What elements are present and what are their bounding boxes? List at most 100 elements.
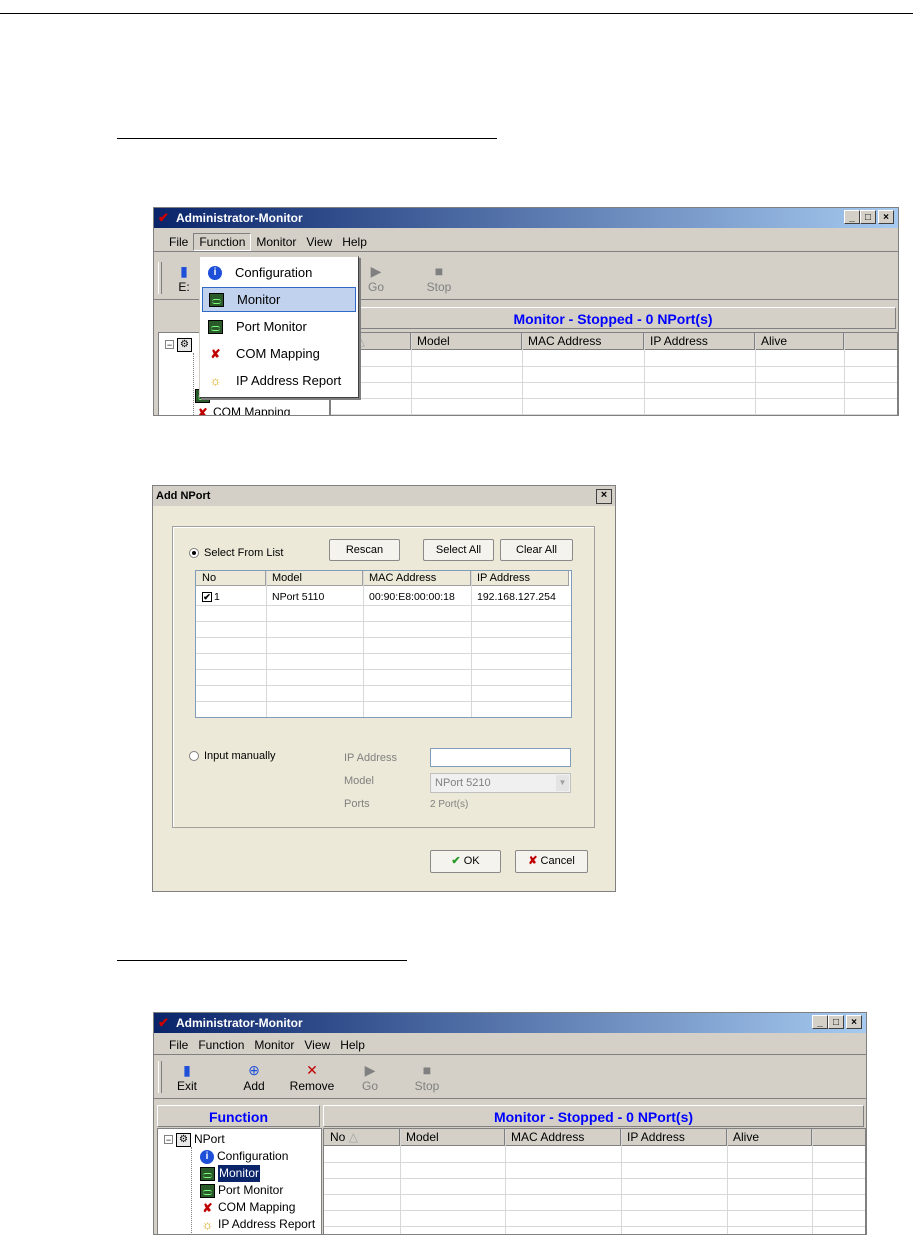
- monitor-pane-title: Monitor - Stopped - 0 NPort(s): [323, 1105, 864, 1127]
- menu-file[interactable]: File: [164, 1037, 193, 1053]
- grid-header-ip[interactable]: IP Address: [621, 1129, 727, 1146]
- tree-item-port-monitor[interactable]: Port Monitor: [200, 1182, 283, 1199]
- grid-row-line: [331, 366, 897, 367]
- maximize-button[interactable]: □: [828, 1015, 844, 1029]
- tree-item-ip-address-report[interactable]: ☼ IP Address Report: [200, 1216, 316, 1233]
- grid-col-line: [844, 333, 845, 415]
- list-row-line: [196, 685, 571, 686]
- menu-item-configuration[interactable]: i Configuration: [202, 260, 356, 285]
- select-all-button[interactable]: Select All: [423, 539, 494, 561]
- list-row-line: [196, 701, 571, 702]
- caption-buttons: _ □ ×: [812, 1015, 862, 1029]
- minimize-button[interactable]: _: [844, 210, 860, 224]
- grid-header-ip[interactable]: IP Address: [644, 333, 755, 350]
- grid-col-line: [522, 333, 523, 415]
- toolbar-remove-button[interactable]: ✕ Remove: [288, 1061, 336, 1093]
- add-icon: ⊕: [248, 1062, 260, 1078]
- close-button[interactable]: ×: [846, 1015, 862, 1029]
- toolbar: ▮ Exit ⊕ Add ✕ Remove ▶ Go ■ Stop: [154, 1057, 866, 1099]
- tree-item-monitor[interactable]: Monitor: [200, 1165, 261, 1182]
- ip-address-input[interactable]: [430, 748, 571, 767]
- menu-help[interactable]: Help: [337, 234, 372, 250]
- row-checkbox[interactable]: ✔: [202, 592, 212, 603]
- list-col-line: [471, 571, 472, 717]
- toolbar-stop-button[interactable]: ■ Stop: [415, 262, 463, 294]
- list-col-line: [266, 571, 267, 717]
- grid-header-model[interactable]: Model: [411, 333, 522, 350]
- menu-file[interactable]: File: [164, 234, 193, 250]
- clear-all-button[interactable]: Clear All: [500, 539, 573, 561]
- tree-line: [191, 1147, 192, 1234]
- window-title: Administrator-Monitor: [176, 1016, 303, 1030]
- caption-buttons: _ □ ×: [844, 210, 894, 224]
- collapse-icon[interactable]: −: [164, 1135, 173, 1145]
- rescan-button[interactable]: Rescan: [329, 539, 400, 561]
- list-header-mac[interactable]: MAC Address: [363, 571, 471, 586]
- radio-input-manually[interactable]: Input manually: [189, 750, 276, 762]
- grid-header-no[interactable]: No △: [324, 1129, 400, 1146]
- menu-view[interactable]: View: [301, 234, 337, 250]
- grid-header-mac[interactable]: MAC Address: [522, 333, 644, 350]
- list-header-model[interactable]: Model: [266, 571, 363, 586]
- bulb-icon: ☼: [201, 1216, 214, 1232]
- radio-button[interactable]: [189, 548, 199, 558]
- list-row-1-no[interactable]: ✔ 1: [196, 589, 220, 605]
- menu-item-monitor[interactable]: Monitor: [202, 287, 356, 312]
- list-header-ip[interactable]: IP Address: [471, 571, 569, 586]
- minimize-button[interactable]: _: [812, 1015, 828, 1029]
- grid-col-line: [505, 1129, 506, 1234]
- menu-monitor[interactable]: Monitor: [251, 234, 301, 250]
- toolbar-exit-button[interactable]: ▮ Exit: [163, 1061, 211, 1093]
- menu-item-ip-address-report[interactable]: ☼ IP Address Report: [202, 368, 356, 393]
- grid-col-line: [755, 333, 756, 415]
- app-icon: ✔: [158, 1015, 169, 1030]
- menu-function[interactable]: Function: [193, 232, 252, 251]
- toolbar-add-button[interactable]: ⊕ Add: [230, 1061, 278, 1093]
- toolbar-grip[interactable]: [158, 1061, 162, 1093]
- list-row-line: [196, 669, 571, 670]
- list-row-line: [196, 653, 571, 654]
- menu-function[interactable]: Function: [193, 1037, 249, 1053]
- dialog-close-button[interactable]: ×: [596, 489, 612, 504]
- list-row-line: [196, 637, 571, 638]
- cancel-x-icon: ✘: [528, 855, 538, 867]
- grid-header-alive[interactable]: Alive: [755, 333, 844, 350]
- window-title: Administrator-Monitor: [176, 211, 303, 225]
- close-button[interactable]: ×: [878, 210, 894, 224]
- com-mapping-icon: ✘: [202, 1200, 213, 1215]
- cancel-button[interactable]: ✘ Cancel: [515, 850, 588, 873]
- ok-button[interactable]: ✔ OK: [430, 850, 501, 873]
- menu-item-port-monitor[interactable]: Port Monitor: [202, 314, 356, 339]
- list-col-line: [363, 571, 364, 717]
- grid-header-alive[interactable]: Alive: [727, 1129, 812, 1146]
- menu-help[interactable]: Help: [335, 1037, 370, 1053]
- tree-item-com-mapping[interactable]: ✘ COM Mapping: [195, 404, 290, 415]
- list-header-no[interactable]: No: [196, 571, 266, 586]
- title-bar: ✔ Administrator-Monitor _ □ ×: [154, 208, 898, 228]
- radio-button[interactable]: [189, 751, 199, 761]
- toolbar-go-button[interactable]: ▶ Go: [346, 1061, 394, 1093]
- info-icon: i: [208, 265, 222, 280]
- toolbar-stop-button[interactable]: ■ Stop: [403, 1061, 451, 1093]
- maximize-button[interactable]: □: [860, 210, 876, 224]
- toolbar-go-button[interactable]: ▶ Go: [352, 262, 400, 294]
- function-pane-title: Function: [157, 1105, 320, 1127]
- tree-root[interactable]: − ⚙: [165, 336, 192, 353]
- list-row-1-model: NPort 5110: [272, 591, 325, 603]
- menu-monitor[interactable]: Monitor: [249, 1037, 299, 1053]
- grid-header-mac[interactable]: MAC Address: [505, 1129, 621, 1146]
- bulb-icon: ☼: [209, 372, 222, 388]
- grid-col-line: [812, 1129, 813, 1234]
- ports-value: 2 Port(s): [430, 799, 469, 810]
- menu-item-com-mapping[interactable]: ✘ COM Mapping: [202, 341, 356, 366]
- grid-header-model[interactable]: Model: [400, 1129, 505, 1146]
- chevron-down-icon[interactable]: ▼: [556, 775, 569, 791]
- collapse-icon[interactable]: −: [165, 340, 174, 350]
- tree-item-com-mapping[interactable]: ✘ COM Mapping: [200, 1199, 295, 1216]
- model-select[interactable]: NPort 5210 ▼: [430, 773, 571, 793]
- grid-row-line: [324, 1178, 865, 1179]
- tree-root-nport[interactable]: − ⚙ NPort: [164, 1131, 225, 1148]
- menu-view[interactable]: View: [299, 1037, 335, 1053]
- tree-item-configuration[interactable]: i Configuration: [200, 1148, 288, 1165]
- radio-select-from-list[interactable]: Select From List: [189, 547, 283, 559]
